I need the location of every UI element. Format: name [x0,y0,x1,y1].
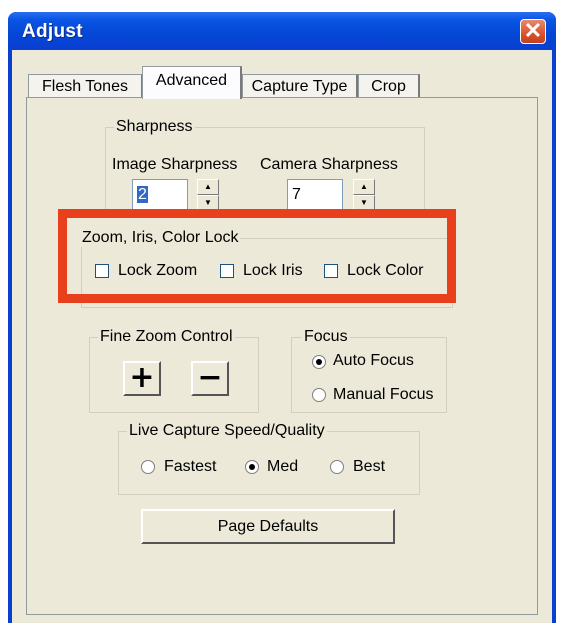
camera-sharpness-spinner: ▲ ▼ [353,179,375,211]
tab-flesh-tones[interactable]: Flesh Tones [28,74,143,98]
live-capture-group-label: Live Capture Speed/Quality [127,422,327,440]
close-button[interactable]: ✕ [520,19,546,44]
fine-zoom-group-label: Fine Zoom Control [98,328,235,346]
adjust-window: Adjust ✕ Flesh Tones Advanced Capture Ty… [8,12,556,623]
advanced-tab-panel: Sharpness Image Sharpness Camera Sharpne… [26,97,538,615]
lock-iris-label[interactable]: Lock Iris [243,262,303,280]
spin-down-icon[interactable]: ▼ [197,195,219,211]
image-sharpness-value: 2 [137,186,148,203]
image-sharpness-spinner: ▲ ▼ [197,179,219,211]
manual-focus-radio[interactable] [312,388,326,402]
tab-advanced[interactable]: Advanced [142,66,242,99]
focus-group-label: Focus [302,328,350,346]
zoom-in-button[interactable]: + [123,361,161,396]
plus-icon: + [129,360,155,395]
lock-group-label: Zoom, Iris, Color Lock [80,229,241,247]
fastest-label[interactable]: Fastest [164,458,216,476]
lock-color-checkbox[interactable] [324,264,338,278]
best-label[interactable]: Best [353,458,385,476]
spin-up-icon[interactable]: ▲ [353,179,375,195]
image-sharpness-input[interactable]: 2 [132,179,188,211]
close-icon: ✕ [523,18,543,43]
lock-color-label[interactable]: Lock Color [347,262,423,280]
title-bar[interactable]: Adjust ✕ [8,12,556,50]
lock-zoom-checkbox[interactable] [95,264,109,278]
tab-crop[interactable]: Crop [358,74,420,98]
spin-down-icon[interactable]: ▼ [353,195,375,211]
dialog-client-area: Flesh Tones Advanced Capture Type Crop S… [12,50,552,623]
manual-focus-label[interactable]: Manual Focus [333,386,434,404]
auto-focus-label[interactable]: Auto Focus [333,352,414,370]
camera-sharpness-value: 7 [292,186,301,203]
sharpness-group-label: Sharpness [114,118,195,136]
camera-sharpness-input[interactable]: 7 [287,179,343,211]
tab-capture-type[interactable]: Capture Type [242,74,358,98]
med-radio[interactable] [245,460,259,474]
auto-focus-radio[interactable] [312,355,326,369]
minus-icon: − [197,360,223,395]
spin-up-icon[interactable]: ▲ [197,179,219,195]
window-title: Adjust [22,21,83,42]
lock-zoom-label[interactable]: Lock Zoom [118,262,197,280]
med-label[interactable]: Med [267,458,298,476]
page-defaults-button[interactable]: Page Defaults [141,509,395,544]
camera-sharpness-label: Camera Sharpness [260,156,398,173]
zoom-out-button[interactable]: − [191,361,229,396]
best-radio[interactable] [330,460,344,474]
fine-zoom-group: Fine Zoom Control [89,328,259,413]
lock-iris-checkbox[interactable] [220,264,234,278]
fastest-radio[interactable] [141,460,155,474]
image-sharpness-label: Image Sharpness [112,156,238,173]
